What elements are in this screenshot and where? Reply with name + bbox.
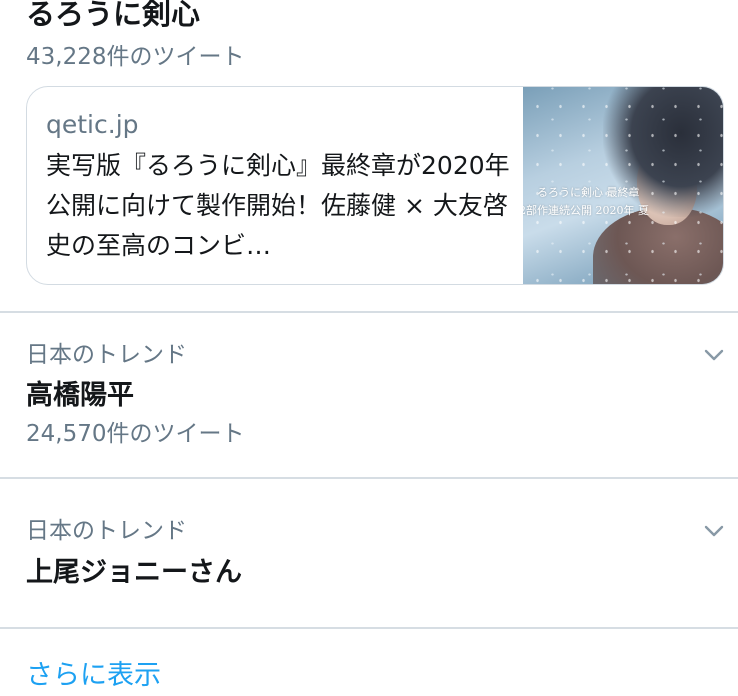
card-headline: 実写版『るろうに剣心』最終章が2020年公開に向けて製作開始！佐藤健 × 大友啓… (46, 151, 510, 260)
show-more-link[interactable]: さらに表示 (26, 657, 161, 695)
trend-item[interactable]: 日本のトレンド 高橋陽平 24,570件のツイート (0, 311, 738, 477)
card-domain: qetic.jp (46, 110, 139, 139)
image-caption-release: 2部作連続公開 2020年 夏 (523, 204, 649, 217)
chevron-down-icon[interactable] (703, 344, 725, 366)
card-thumbnail-image: るろうに剣心 最終章 2部作連続公開 2020年 夏 (523, 87, 723, 284)
card-text: qetic.jp 実写版『るろうに剣心』最終章が2020年公開に向けて製作開始！… (27, 87, 525, 284)
trend-tweet-count: 43,228件のツイート (26, 44, 245, 70)
trend-item-top[interactable]: るろうに剣心 43,228件のツイート (26, 0, 716, 74)
trend-name: 上尾ジョニーさん (26, 557, 242, 588)
trend-item[interactable]: 日本のトレンド 上尾ジョニーさん (0, 477, 738, 627)
trend-name: るろうに剣心 (26, 0, 201, 31)
trend-name: 高橋陽平 (26, 380, 134, 411)
trend-context: 日本のトレンド (26, 342, 187, 368)
chevron-down-icon[interactable] (703, 520, 725, 542)
trend-context: 日本のトレンド (26, 518, 187, 544)
image-caption-title: るろうに剣心 最終章 (537, 186, 640, 199)
trend-tweet-count: 24,570件のツイート (26, 421, 245, 447)
divider (0, 627, 738, 629)
link-preview-card[interactable]: qetic.jp 実写版『るろうに剣心』最終章が2020年公開に向けて製作開始！… (26, 86, 724, 285)
